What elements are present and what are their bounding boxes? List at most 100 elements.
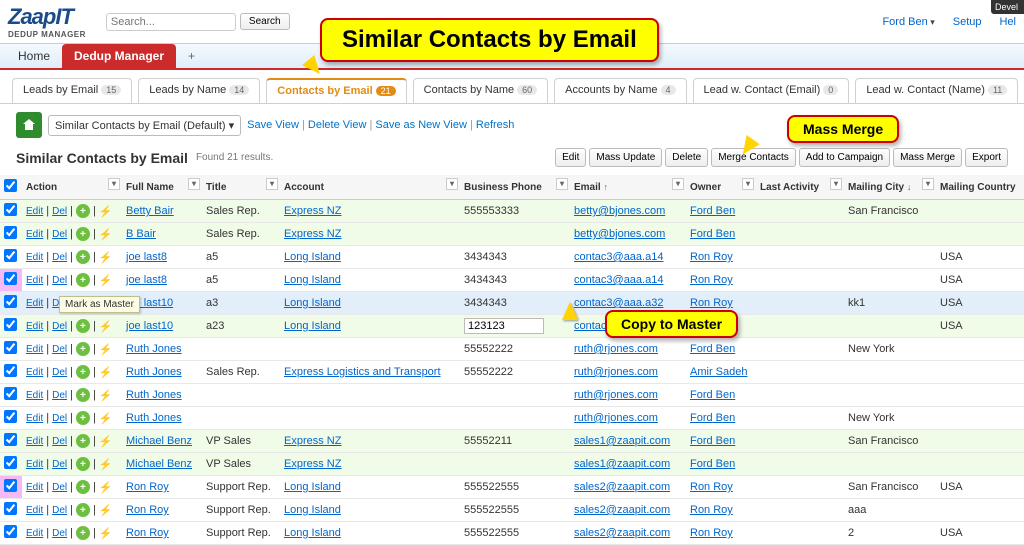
row-checkbox[interactable] bbox=[4, 318, 17, 331]
row-checkbox[interactable] bbox=[4, 203, 17, 216]
name-link[interactable]: Betty Bair bbox=[126, 205, 174, 217]
row-edit-link[interactable]: Edit bbox=[26, 298, 43, 309]
name-link[interactable]: Michael Benz bbox=[126, 435, 192, 447]
email-link[interactable]: sales2@zaapit.com bbox=[574, 504, 670, 516]
delete-button[interactable]: Delete bbox=[665, 148, 708, 167]
col-action[interactable]: Action▾ bbox=[22, 175, 122, 200]
account-link[interactable]: Long Island bbox=[284, 504, 341, 516]
view-select[interactable]: Similar Contacts by Email (Default) ▾ bbox=[48, 115, 241, 136]
owner-link[interactable]: Ford Ben bbox=[690, 435, 735, 447]
owner-link[interactable]: Ford Ben bbox=[690, 205, 735, 217]
colmenu-icon[interactable]: ▾ bbox=[556, 178, 568, 190]
row-edit-link[interactable]: Edit bbox=[26, 528, 43, 539]
owner-link[interactable]: Ford Ben bbox=[690, 343, 735, 355]
refresh-link[interactable]: Refresh bbox=[476, 119, 515, 131]
saveas-view-link[interactable]: Save as New View bbox=[375, 119, 467, 131]
row-del-link[interactable]: Del bbox=[52, 344, 67, 355]
user-menu[interactable]: Ford Ben bbox=[882, 16, 934, 28]
account-link[interactable]: Express NZ bbox=[284, 228, 341, 240]
row-del-link[interactable]: Del bbox=[52, 252, 67, 263]
col-country[interactable]: Mailing Country bbox=[936, 175, 1024, 200]
save-view-link[interactable]: Save View bbox=[247, 119, 299, 131]
colmenu-icon[interactable]: ▾ bbox=[266, 178, 278, 190]
add-icon[interactable]: + bbox=[76, 457, 90, 471]
row-checkbox[interactable] bbox=[4, 295, 17, 308]
row-edit-link[interactable]: Edit bbox=[26, 390, 43, 401]
add-icon[interactable]: + bbox=[76, 342, 90, 356]
add-icon[interactable]: + bbox=[76, 434, 90, 448]
colmenu-icon[interactable]: ▾ bbox=[108, 178, 120, 190]
bolt-icon[interactable]: ⚡ bbox=[99, 412, 113, 425]
subtab[interactable]: Contacts by Email21 bbox=[266, 78, 406, 103]
search-button[interactable]: Search bbox=[240, 13, 290, 30]
add-icon[interactable]: + bbox=[76, 250, 90, 264]
row-edit-link[interactable]: Edit bbox=[26, 206, 43, 217]
bolt-icon[interactable]: ⚡ bbox=[99, 504, 113, 517]
owner-link[interactable]: Ron Roy bbox=[690, 527, 733, 539]
row-checkbox[interactable] bbox=[4, 341, 17, 354]
row-checkbox[interactable] bbox=[4, 525, 17, 538]
search-input[interactable] bbox=[106, 13, 236, 31]
bolt-icon[interactable]: ⚡ bbox=[99, 251, 113, 264]
add-icon[interactable]: + bbox=[76, 526, 90, 540]
tab-dedup-manager[interactable]: Dedup Manager bbox=[62, 44, 176, 68]
account-link[interactable]: Express NZ bbox=[284, 458, 341, 470]
row-del-link[interactable]: Del bbox=[52, 206, 67, 217]
add-icon[interactable]: + bbox=[76, 480, 90, 494]
email-link[interactable]: betty@bjones.com bbox=[574, 205, 665, 217]
name-link[interactable]: Ron Roy bbox=[126, 527, 169, 539]
row-del-link[interactable]: Del bbox=[52, 229, 67, 240]
row-del-link[interactable]: Del bbox=[52, 505, 67, 516]
email-link[interactable]: contac3@aaa.a32 bbox=[574, 297, 663, 309]
account-link[interactable]: Long Island bbox=[284, 274, 341, 286]
setup-link[interactable]: Setup bbox=[953, 16, 982, 28]
row-checkbox[interactable] bbox=[4, 456, 17, 469]
add-to-campaign-button[interactable]: Add to Campaign bbox=[799, 148, 890, 167]
colmenu-icon[interactable]: ▾ bbox=[742, 178, 754, 190]
row-del-link[interactable]: Del bbox=[52, 275, 67, 286]
name-link[interactable]: Ruth Jones bbox=[126, 343, 182, 355]
name-link[interactable]: Ron Roy bbox=[126, 481, 169, 493]
row-edit-link[interactable]: Edit bbox=[26, 459, 43, 470]
help-link[interactable]: Hel bbox=[999, 16, 1016, 28]
row-del-link[interactable]: Del bbox=[52, 482, 67, 493]
account-link[interactable]: Long Island bbox=[284, 481, 341, 493]
row-edit-link[interactable]: Edit bbox=[26, 482, 43, 493]
edit-button[interactable]: Edit bbox=[555, 148, 586, 167]
email-link[interactable]: ruth@rjones.com bbox=[574, 343, 658, 355]
add-icon[interactable]: + bbox=[76, 365, 90, 379]
colmenu-icon[interactable]: ▾ bbox=[446, 178, 458, 190]
account-link[interactable]: Express NZ bbox=[284, 435, 341, 447]
row-edit-link[interactable]: Edit bbox=[26, 344, 43, 355]
row-edit-link[interactable]: Edit bbox=[26, 321, 43, 332]
add-icon[interactable]: + bbox=[76, 227, 90, 241]
row-checkbox[interactable] bbox=[4, 364, 17, 377]
colmenu-icon[interactable]: ▾ bbox=[830, 178, 842, 190]
subtab[interactable]: Leads by Name14 bbox=[138, 78, 260, 103]
add-icon[interactable]: + bbox=[76, 503, 90, 517]
email-link[interactable]: sales2@zaapit.com bbox=[574, 481, 670, 493]
owner-link[interactable]: Ford Ben bbox=[690, 458, 735, 470]
add-icon[interactable]: + bbox=[76, 319, 90, 333]
row-checkbox[interactable] bbox=[4, 387, 17, 400]
owner-link[interactable]: Ron Roy bbox=[690, 274, 733, 286]
subtab[interactable]: Contacts by Name60 bbox=[413, 78, 549, 103]
row-checkbox[interactable] bbox=[4, 502, 17, 515]
email-link[interactable]: sales2@zaapit.com bbox=[574, 527, 670, 539]
col-account[interactable]: Account▾ bbox=[280, 175, 460, 200]
phone-input[interactable] bbox=[464, 318, 544, 334]
name-link[interactable]: Ruth Jones bbox=[126, 412, 182, 424]
row-checkbox[interactable] bbox=[4, 433, 17, 446]
subtab[interactable]: Leads by Email15 bbox=[12, 78, 132, 103]
account-link[interactable]: Express Logistics and Transport bbox=[284, 366, 441, 378]
name-link[interactable]: Ruth Jones bbox=[126, 389, 182, 401]
home-icon[interactable] bbox=[16, 112, 42, 138]
col-email[interactable]: Email ↑▾ bbox=[570, 175, 686, 200]
add-icon[interactable]: + bbox=[76, 204, 90, 218]
subtab[interactable]: Lead w. Contact (Name)11 bbox=[855, 78, 1018, 103]
owner-link[interactable]: Ron Roy bbox=[690, 251, 733, 263]
owner-link[interactable]: Ron Roy bbox=[690, 481, 733, 493]
email-link[interactable]: ruth@rjones.com bbox=[574, 389, 658, 401]
bolt-icon[interactable]: ⚡ bbox=[99, 343, 113, 356]
bolt-icon[interactable]: ⚡ bbox=[99, 481, 113, 494]
